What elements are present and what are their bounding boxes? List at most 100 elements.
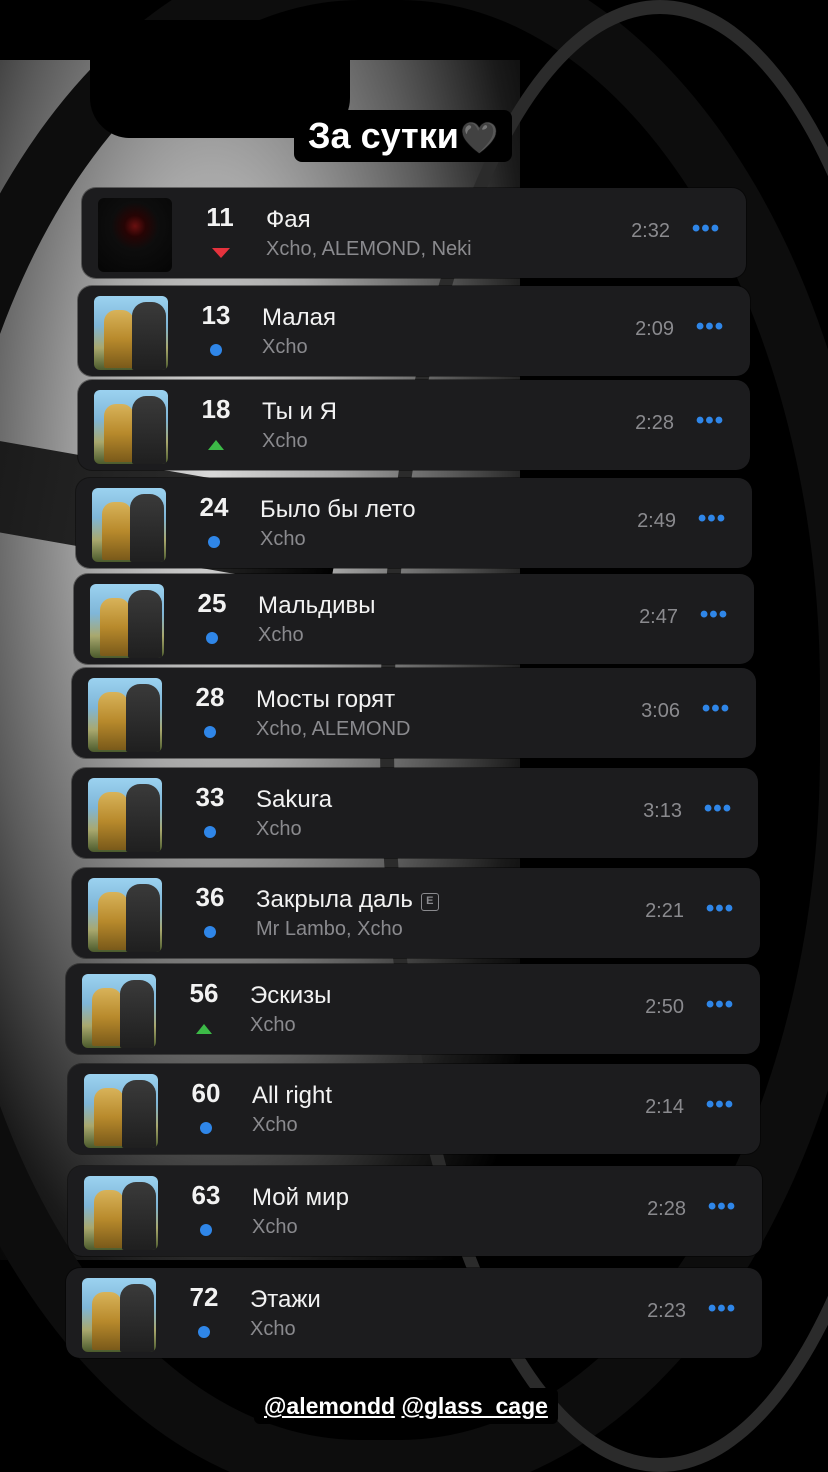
track-artist: Xcho: [262, 336, 308, 358]
story-title: За сутки🖤: [294, 110, 513, 162]
track-title: Закрыла даль E: [256, 886, 439, 914]
more-options-icon[interactable]: •••: [702, 990, 738, 1024]
chart-rank: 24: [199, 492, 229, 522]
track-artist: Xcho: [256, 818, 302, 840]
track-duration: 2:28: [635, 412, 674, 434]
track-title: Sakura: [256, 786, 333, 813]
track-row[interactable]: 28 Мосты горят Xcho, ALEMOND 3:06 •••: [72, 668, 756, 758]
album-art: [88, 878, 162, 952]
track-duration: 2:50: [645, 996, 684, 1018]
track-artist: Xcho: [258, 624, 304, 646]
track-duration: 2:14: [645, 1096, 684, 1118]
more-options-icon[interactable]: •••: [698, 694, 734, 728]
track-title: Этажи: [250, 1286, 321, 1313]
track-duration: 2:21: [645, 900, 684, 922]
trend-dot-icon: [198, 1222, 214, 1238]
track-row[interactable]: 13 Малая Xcho 2:09 •••: [78, 286, 750, 376]
track-row[interactable]: 11 Фая Xcho, ALEMOND, Neki 2:32 •••: [82, 188, 746, 278]
track-duration: 2:09: [635, 318, 674, 340]
track-title: Мальдивы: [258, 592, 376, 619]
album-art: [82, 1278, 156, 1352]
trend-dot-icon: [202, 724, 218, 740]
album-art: [94, 296, 168, 370]
track-row[interactable]: 25 Мальдивы Xcho 2:47 •••: [74, 574, 754, 664]
track-row[interactable]: 60 All right Xcho 2:14 •••: [68, 1064, 760, 1154]
chart-rank: 63: [191, 1180, 221, 1210]
album-art: [98, 198, 172, 272]
trend-dot-icon: [202, 924, 218, 940]
chart-rank: 72: [189, 1282, 219, 1312]
explicit-icon: E: [420, 893, 439, 911]
trend-up-arrow-icon: [208, 436, 224, 452]
chart-rank: 36: [195, 882, 225, 912]
track-title: All right: [252, 1082, 333, 1109]
more-options-icon[interactable]: •••: [704, 1192, 740, 1226]
story-title-text: За сутки: [308, 115, 459, 156]
track-artist: Xcho: [252, 1216, 298, 1238]
track-duration: 2:28: [647, 1198, 686, 1220]
track-row[interactable]: 33 Sakura Xcho 3:13 •••: [72, 768, 758, 858]
track-title: Мосты горят: [256, 686, 396, 713]
album-art: [90, 584, 164, 658]
trend-dot-icon: [204, 630, 220, 646]
chart-rank: 25: [197, 588, 227, 618]
chart-rank: 11: [206, 202, 234, 232]
track-duration: 2:49: [637, 510, 676, 532]
track-title: Эскизы: [250, 982, 332, 1009]
trend-dot-icon: [208, 342, 224, 358]
track-title: Мой мир: [252, 1184, 349, 1211]
more-options-icon[interactable]: •••: [692, 312, 728, 346]
track-artist: Xcho: [250, 1014, 296, 1036]
track-row[interactable]: 24 Было бы лето Xcho 2:49 •••: [76, 478, 752, 568]
track-duration: 3:06: [641, 700, 680, 722]
track-row[interactable]: 36 Закрыла даль E Mr Lambo, Xcho 2:21 •••: [72, 868, 760, 958]
track-artist: Xcho: [252, 1114, 298, 1136]
track-duration: 2:23: [647, 1300, 686, 1322]
album-art: [94, 390, 168, 464]
trend-dot-icon: [196, 1324, 212, 1340]
track-artist: Xcho: [260, 528, 306, 550]
track-row[interactable]: 72 Этажи Xcho 2:23 •••: [66, 1268, 762, 1358]
black-heart-icon: 🖤: [460, 122, 499, 155]
track-artist: Xcho: [262, 430, 308, 452]
trend-dot-icon: [206, 534, 222, 550]
more-options-icon[interactable]: •••: [704, 1294, 740, 1328]
track-row[interactable]: 63 Мой мир Xcho 2:28 •••: [68, 1166, 762, 1256]
chart-rank: 56: [189, 978, 219, 1008]
chart-rank: 33: [195, 782, 225, 812]
more-options-icon[interactable]: •••: [700, 794, 736, 828]
story-mentions: @alemondd @glass_cage: [254, 1388, 558, 1424]
more-options-icon[interactable]: •••: [694, 504, 730, 538]
album-art: [84, 1176, 158, 1250]
trend-down-arrow-icon: [212, 244, 230, 260]
track-duration: 3:13: [643, 800, 682, 822]
track-artist: Xcho, ALEMOND: [256, 718, 411, 740]
more-options-icon[interactable]: •••: [692, 406, 728, 440]
track-artist: Xcho, ALEMOND, Neki: [266, 238, 472, 260]
track-title: Малая: [262, 304, 336, 331]
chart-rank: 60: [191, 1078, 221, 1108]
album-art: [88, 678, 162, 752]
chart-rank: 18: [201, 394, 231, 424]
track-title: Ты и Я: [262, 398, 337, 425]
track-duration: 2:32: [631, 220, 670, 242]
track-artist: Mr Lambo, Xcho: [256, 918, 403, 940]
chart-rank: 13: [201, 300, 231, 330]
track-title: Фая: [266, 206, 311, 233]
more-options-icon[interactable]: •••: [688, 214, 724, 248]
trend-dot-icon: [198, 1120, 214, 1136]
album-art: [92, 488, 166, 562]
track-row[interactable]: 56 Эскизы Xcho 2:50 •••: [66, 964, 760, 1054]
mention-link[interactable]: @alemondd: [264, 1393, 395, 1419]
track-title: Было бы лето: [260, 496, 416, 523]
mention-link[interactable]: @glass_cage: [401, 1393, 547, 1419]
album-art: [88, 778, 162, 852]
track-artist: Xcho: [250, 1318, 296, 1340]
trend-up-arrow-icon: [196, 1020, 212, 1036]
track-duration: 2:47: [639, 606, 678, 628]
more-options-icon[interactable]: •••: [702, 894, 738, 928]
more-options-icon[interactable]: •••: [702, 1090, 738, 1124]
track-row[interactable]: 18 Ты и Я Xcho 2:28 •••: [78, 380, 750, 470]
album-art: [82, 974, 156, 1048]
more-options-icon[interactable]: •••: [696, 600, 732, 634]
